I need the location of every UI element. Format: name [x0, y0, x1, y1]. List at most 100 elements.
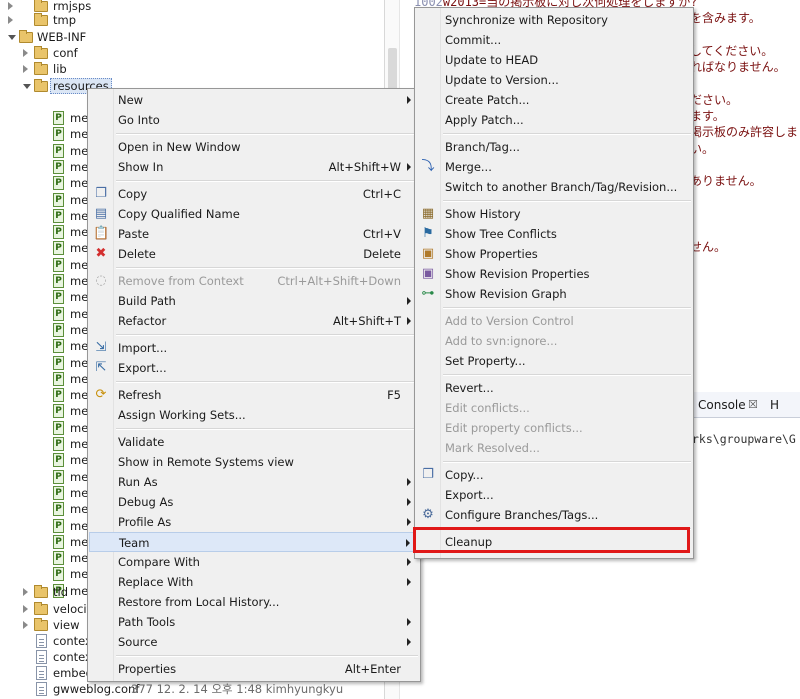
tree-folder-item[interactable]: velocit — [0, 601, 91, 617]
tree-folder-web-inf[interactable]: WEB-INF — [0, 29, 380, 45]
tree-resource-file[interactable]: Pme — [0, 289, 90, 305]
tree-file-item[interactable]: contex — [0, 649, 92, 665]
menu-item-update-to-head[interactable]: Update to HEAD — [416, 50, 692, 70]
menu-item-validate[interactable]: Validate — [89, 432, 419, 452]
menu-item-copy[interactable]: ❐ Copy Ctrl+C — [89, 184, 419, 204]
menu-item-import[interactable]: ⇲ Import... — [89, 338, 419, 358]
tree-folder-tmp[interactable]: tmp — [0, 12, 380, 28]
tree-resource-file[interactable]: Pme — [0, 371, 90, 387]
menu-item-profile-as[interactable]: Profile As — [89, 512, 419, 532]
menu-item-configure-branches-tags[interactable]: ⚙ Configure Branches/Tags... — [416, 505, 692, 525]
expand-closed-icon[interactable] — [23, 49, 28, 57]
menu-item-team[interactable]: Team — [89, 532, 419, 552]
menu-item-debug-as[interactable]: Debug As — [89, 492, 419, 512]
tree-file-item[interactable]: contex — [0, 633, 92, 649]
submenu-arrow-icon — [407, 638, 411, 646]
tree-resource-file[interactable]: Pme — [0, 322, 90, 338]
close-icon[interactable]: ☒ — [748, 395, 758, 415]
tree-resource-file[interactable]: Pme — [0, 126, 90, 142]
menu-item-properties[interactable]: Properties Alt+Enter — [89, 659, 419, 679]
tree-resource-file[interactable]: Pme — [0, 306, 90, 322]
tree-resource-file[interactable]: Pme — [0, 534, 90, 550]
menu-item-commit[interactable]: Commit... — [416, 30, 692, 50]
menu-item-copy-qualified-name[interactable]: ▤ Copy Qualified Name — [89, 204, 419, 224]
tree-folder-item[interactable]: tld — [0, 584, 90, 600]
tree-resource-file[interactable]: Pme — [0, 192, 90, 208]
tree-resource-file[interactable]: Pme — [0, 208, 90, 224]
tree-resource-file[interactable]: Pme — [0, 485, 90, 501]
tree-resource-file[interactable]: Pme — [0, 403, 90, 419]
tree-resource-file[interactable]: Pme — [0, 355, 90, 371]
menu-item-show-revision-properties[interactable]: ▣ Show Revision Properties — [416, 264, 692, 284]
menu-item-revert[interactable]: Revert... — [416, 378, 692, 398]
tree-resource-file[interactable]: Pme — [0, 550, 90, 566]
expand-closed-icon[interactable] — [23, 605, 28, 613]
menu-item-paste[interactable]: 📋 Paste Ctrl+V — [89, 224, 419, 244]
menu-item-export[interactable]: Export... — [416, 485, 692, 505]
history-tab[interactable]: H — [770, 395, 779, 415]
tree-resource-file[interactable]: Pme — [0, 240, 90, 256]
expand-closed-icon[interactable] — [8, 2, 13, 10]
tree-resource-file[interactable]: Pme — [0, 175, 90, 191]
menu-item-restore-from-local-history[interactable]: Restore from Local History... — [89, 592, 419, 612]
tree-file-item[interactable]: gwweblog.conf 377 12. 2. 14 오후 1:48 kimhy… — [0, 681, 380, 697]
tree-resource-file[interactable]: Pme — [0, 420, 90, 436]
tree-folder-item[interactable]: view — [0, 617, 90, 633]
expand-closed-icon[interactable] — [8, 16, 13, 24]
tree-resource-file[interactable]: Pme — [0, 224, 90, 240]
menu-item-run-as[interactable]: Run As — [89, 472, 419, 492]
tree-resource-file[interactable]: Pme — [0, 143, 90, 159]
menu-item-refactor[interactable]: Refactor Alt+Shift+T — [89, 311, 419, 331]
menu-item-assign-working-sets[interactable]: Assign Working Sets... — [89, 405, 419, 425]
tree-resource-file[interactable]: Pme — [0, 436, 90, 452]
tree-resource-file[interactable]: Pme — [0, 469, 90, 485]
menu-item-set-property[interactable]: Set Property... — [416, 351, 692, 371]
menu-item-compare-with[interactable]: Compare With — [89, 552, 419, 572]
menu-item-synchronize-with-repository[interactable]: Synchronize with Repository — [416, 10, 692, 30]
tree-folder-lib[interactable]: lib — [0, 61, 380, 77]
expand-open-icon[interactable] — [8, 35, 16, 40]
tree-resource-file[interactable]: Pme — [0, 501, 90, 517]
tree-resource-file[interactable]: Pme — [0, 518, 90, 534]
menu-item-show-in[interactable]: Show In Alt+Shift+W — [89, 157, 419, 177]
menu-item-apply-patch[interactable]: Apply Patch... — [416, 110, 692, 130]
console-tab[interactable]: Console — [694, 395, 750, 415]
tree-resource-file[interactable]: Pme — [0, 566, 90, 582]
tree-file-item[interactable]: embed — [0, 665, 93, 681]
menu-item-merge[interactable]: ⤵ Merge... — [416, 157, 692, 177]
expand-closed-icon[interactable] — [23, 621, 28, 629]
expand-closed-icon[interactable] — [23, 65, 28, 73]
menu-item-export[interactable]: ⇱ Export... — [89, 358, 419, 378]
expand-closed-icon[interactable] — [23, 588, 28, 596]
tree-resource-file[interactable]: Pme — [0, 110, 90, 126]
menu-item-show-revision-graph[interactable]: ⊶ Show Revision Graph — [416, 284, 692, 304]
menu-item-delete[interactable]: ✖ Delete Delete — [89, 244, 419, 264]
tree-resource-file[interactable]: Pme — [0, 273, 90, 289]
menu-item-path-tools[interactable]: Path Tools — [89, 612, 419, 632]
tree-resource-file[interactable]: Pme — [0, 452, 90, 468]
menu-item-update-to-version[interactable]: Update to Version... — [416, 70, 692, 90]
menu-item-go-into[interactable]: Go Into — [89, 110, 419, 130]
menu-item-open-in-new-window[interactable]: Open in New Window — [89, 137, 419, 157]
tree-resource-file[interactable]: Pme — [0, 338, 90, 354]
menu-item-show-in-remote-systems-view[interactable]: Show in Remote Systems view — [89, 452, 419, 472]
menu-item-copy[interactable]: ❐ Copy... — [416, 465, 692, 485]
menu-item-source[interactable]: Source — [89, 632, 419, 652]
menu-item-refresh[interactable]: ⟳ Refresh F5 — [89, 385, 419, 405]
tree-folder-conf[interactable]: conf — [0, 45, 380, 61]
tree-resource-file[interactable]: Pme — [0, 257, 90, 273]
menu-item-new[interactable]: New — [89, 90, 419, 110]
menu-item-branch-tag[interactable]: Branch/Tag... — [416, 137, 692, 157]
menu-item-label: Properties — [118, 662, 177, 676]
properties-file-icon: P — [53, 176, 64, 191]
menu-item-replace-with[interactable]: Replace With — [89, 572, 419, 592]
menu-item-create-patch[interactable]: Create Patch... — [416, 90, 692, 110]
expand-open-icon[interactable] — [23, 84, 31, 89]
menu-item-switch-to-another-branch-tag-revision[interactable]: Switch to another Branch/Tag/Revision... — [416, 177, 692, 197]
tree-resource-file[interactable]: Pme — [0, 387, 90, 403]
menu-item-build-path[interactable]: Build Path — [89, 291, 419, 311]
tree-resource-file[interactable]: Pme — [0, 159, 90, 175]
menu-item-show-history[interactable]: ▦ Show History — [416, 204, 692, 224]
menu-item-show-properties[interactable]: ▣ Show Properties — [416, 244, 692, 264]
menu-item-show-tree-conflicts[interactable]: ⚑ Show Tree Conflicts — [416, 224, 692, 244]
